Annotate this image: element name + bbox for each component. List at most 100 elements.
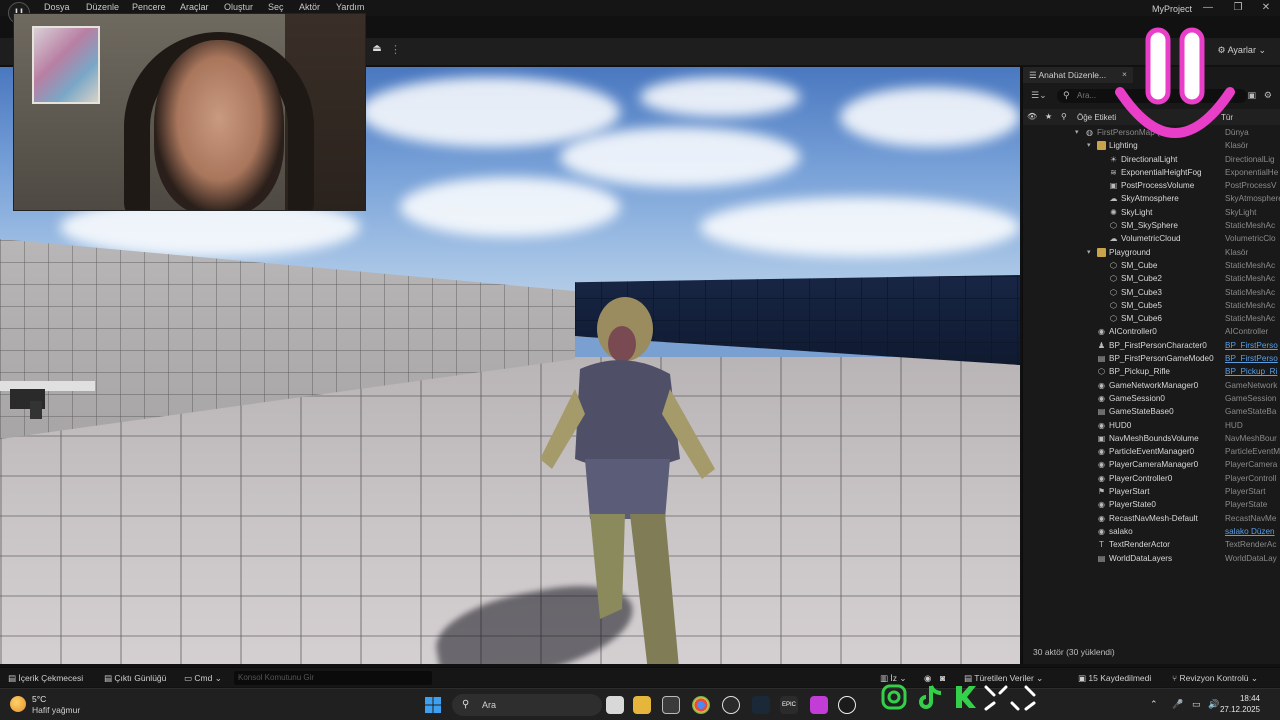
taskbar-search[interactable]: ⚲ Ara	[452, 694, 602, 716]
outliner-row[interactable]: ☀ DirectionalLight DirectionalLig	[1023, 154, 1280, 167]
add-folder-icon[interactable]: ▣	[1247, 90, 1256, 101]
camera-icon[interactable]: ◙	[940, 673, 945, 683]
outliner-row[interactable]: ⬡ SM_Cube StaticMeshAc	[1023, 260, 1280, 273]
outliner-row[interactable]: ◉ GameNetworkManager0 GameNetwork	[1023, 380, 1280, 393]
outliner-row[interactable]: ⬡ SM_Cube3 StaticMeshAc	[1023, 287, 1280, 300]
gear-icon[interactable]: ⚙	[1264, 90, 1272, 101]
outliner-row-type[interactable]: salako Düzen	[1225, 527, 1280, 536]
revision-control-button[interactable]: ⑂ Revizyon Kontrolü ⌄	[1172, 673, 1258, 684]
cloud	[640, 77, 800, 117]
microphone-icon[interactable]: 🎤	[1172, 699, 1183, 710]
outliner-row-label: SM_Cube2	[1121, 274, 1162, 284]
outliner-row[interactable]: ⬡ SM_SkySphere StaticMeshAc	[1023, 220, 1280, 233]
outliner-row-type: StaticMeshAc	[1225, 287, 1276, 297]
outliner-row-label: ExponentialHeightFog	[1121, 167, 1202, 177]
github-icon[interactable]	[722, 696, 740, 714]
menu-help[interactable]: Yardım	[336, 2, 364, 12]
unsaved-label: 15 Kaydedilmedi	[1088, 673, 1152, 683]
network-icon[interactable]: ▭	[1192, 699, 1201, 710]
outliner-row[interactable]: ▤ GameStateBase0 GameStateBa	[1023, 406, 1280, 419]
chrome-icon[interactable]	[692, 696, 710, 714]
outliner-row[interactable]: ◉ ParticleEventManager0 ParticleEventM	[1023, 446, 1280, 459]
clock[interactable]: 18:44 27.12.2025	[1220, 694, 1260, 714]
outliner-row[interactable]: ◉ PlayerState0 PlayerState	[1023, 499, 1280, 512]
outliner-row[interactable]: ◉ HUD0 HUD	[1023, 420, 1280, 433]
outliner-row-type: PostProcessV	[1225, 181, 1277, 191]
pin-icon[interactable]: ⚲	[1061, 112, 1067, 121]
unsaved-button[interactable]: ▣ 15 Kaydedilmedi	[1078, 673, 1151, 684]
chevron-up-icon[interactable]: ⌃	[1150, 699, 1158, 710]
outliner-row-type: DirectionalLig	[1225, 154, 1275, 164]
outliner-row[interactable]: ◉ PlayerController0 PlayerControll	[1023, 473, 1280, 486]
store-icon[interactable]	[662, 696, 680, 714]
outliner-row-type: GameSession	[1225, 393, 1277, 403]
expand-arrow-icon[interactable]: ▾	[1087, 141, 1091, 149]
content-drawer-button[interactable]: ▤ İçerik Çekmecesi	[8, 673, 83, 684]
cmd-label: Cmd	[194, 673, 213, 683]
outliner-row[interactable]: ⚑ PlayerStart PlayerStart	[1023, 486, 1280, 499]
outliner-row[interactable]: ◉ GameSession0 GameSession	[1023, 393, 1280, 406]
folder-icon	[1097, 141, 1106, 151]
toolbar-more-icon[interactable]: ⋮	[390, 43, 401, 56]
task-view-icon[interactable]	[606, 696, 624, 714]
outliner-row-label: SM_Cube	[1121, 260, 1158, 270]
outliner-row[interactable]: ▤ WorldDataLayers WorldDataLay	[1023, 553, 1280, 566]
outliner-row[interactable]: ◉ AIController0 AIController	[1023, 326, 1280, 339]
volume-icon[interactable]: 🔊	[1208, 699, 1219, 710]
outliner-row[interactable]: ⬡ BP_Pickup_Rifle BP_Pickup_Ri	[1023, 366, 1280, 379]
close-window-button[interactable]: ✕	[1258, 2, 1274, 13]
star-icon[interactable]: ★	[1045, 112, 1052, 121]
outliner-row[interactable]: ♟ BP_FirstPersonCharacter0 BP_FirstPerso	[1023, 340, 1280, 353]
outliner-row[interactable]: ▣ PostProcessVolume PostProcessV	[1023, 180, 1280, 193]
outliner-row[interactable]: ▾ Playground Klasör	[1023, 247, 1280, 260]
output-log-button[interactable]: ▤ Çıktı Günlüğü	[104, 673, 166, 684]
outliner-row[interactable]: ⬡ SM_Cube5 StaticMeshAc	[1023, 300, 1280, 313]
restore-button[interactable]: ❐	[1230, 2, 1246, 13]
outliner-row[interactable]: ⬡ SM_Cube2 StaticMeshAc	[1023, 273, 1280, 286]
steam-icon[interactable]	[752, 696, 770, 714]
minimize-button[interactable]: —	[1200, 2, 1216, 13]
outliner-row-type: SkyLight	[1225, 207, 1257, 217]
menu-window[interactable]: Pencere	[132, 2, 166, 12]
actor-icon: ◉	[1098, 526, 1105, 536]
outliner-row-label: BP_Pickup_Rifle	[1109, 367, 1170, 377]
outliner-row[interactable]: ▣ NavMeshBoundsVolume NavMeshBour	[1023, 433, 1280, 446]
outliner-row[interactable]: ☁ SkyAtmosphere SkyAtmosphere	[1023, 193, 1280, 206]
outliner-row-type[interactable]: BP_FirstPerso	[1225, 354, 1280, 363]
expand-arrow-icon[interactable]: ▾	[1087, 248, 1091, 256]
outliner-row-type[interactable]: BP_Pickup_Ri	[1225, 367, 1280, 376]
eject-button[interactable]: ⏏	[368, 43, 386, 59]
outliner-row[interactable]: ◉ salako salako Düzen	[1023, 526, 1280, 539]
outliner-row[interactable]: ⬡ SM_Cube6 StaticMeshAc	[1023, 313, 1280, 326]
outliner-row[interactable]: ≋ ExponentialHeightFog ExponentialHe	[1023, 167, 1280, 180]
outliner-row[interactable]: T TextRenderActor TextRenderAc	[1023, 539, 1280, 552]
unreal-engine-icon[interactable]	[838, 696, 856, 714]
outliner-row[interactable]: ◉ PlayerCameraManager0 PlayerCamera	[1023, 459, 1280, 472]
outliner-row[interactable]: ▤ BP_FirstPersonGameMode0 BP_FirstPerso	[1023, 353, 1280, 366]
file-explorer-icon[interactable]	[633, 696, 651, 714]
actor-icon: ☀	[1109, 154, 1118, 164]
filter-icon[interactable]: ☰⌄	[1031, 90, 1047, 101]
visibility-eye-icon[interactable]: 👁	[1027, 112, 1037, 121]
outliner-row[interactable]: ✺ SkyLight SkyLight	[1023, 207, 1280, 220]
epic-games-icon[interactable]: EPIC	[780, 696, 798, 714]
character-model	[540, 297, 715, 664]
windows-start-icon[interactable]	[425, 697, 441, 713]
menu-tools[interactable]: Araçlar	[180, 2, 209, 12]
outliner-tab-title: Anahat Düzenle...	[1038, 70, 1107, 80]
menu-select[interactable]: Seç	[268, 2, 284, 12]
console-command-input[interactable]: Konsol Komutunu Gir	[234, 671, 432, 685]
outliner-row[interactable]: ☁ VolumetricCloud VolumetricClo	[1023, 233, 1280, 246]
menu-edit[interactable]: Düzenle	[86, 2, 119, 12]
person-face	[154, 40, 284, 210]
menu-actor[interactable]: Aktör	[299, 2, 320, 12]
menu-build[interactable]: Oluştur	[224, 2, 253, 12]
search-icon: ⚲	[462, 699, 470, 710]
outliner-row-type[interactable]: BP_FirstPerso	[1225, 341, 1280, 350]
menu-file[interactable]: Dosya	[44, 2, 70, 12]
expand-arrow-icon[interactable]: ▾	[1075, 128, 1079, 136]
outliner-row[interactable]: ◉ RecastNavMesh-Default RecastNavMe	[1023, 513, 1280, 526]
app-icon[interactable]	[810, 696, 828, 714]
cmd-dropdown[interactable]: ▭ Cmd ⌄	[184, 673, 222, 684]
actor-icon: ⬡	[1110, 221, 1117, 231]
